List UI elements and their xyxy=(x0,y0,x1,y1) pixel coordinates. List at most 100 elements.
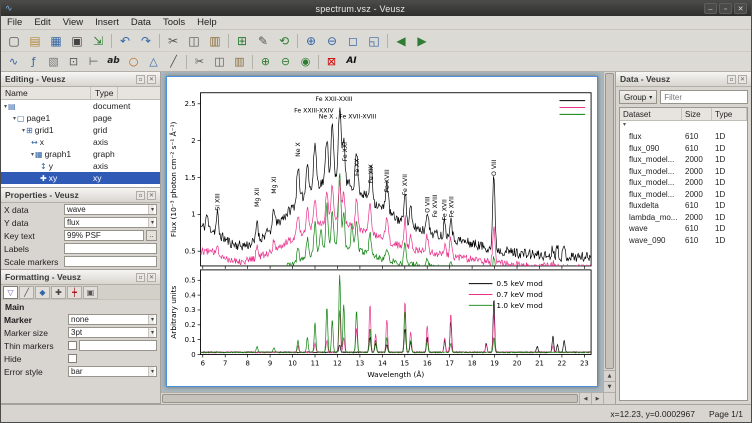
panel-close-icon[interactable]: ✕ xyxy=(147,273,156,282)
tab-label[interactable]: ▣ xyxy=(83,286,98,299)
dataset-row[interactable]: flux6101D xyxy=(620,131,747,143)
expander-icon[interactable]: ▾ xyxy=(22,127,25,134)
dropdown-select[interactable]: wave▾ xyxy=(64,204,157,215)
zoom-fit-width-button[interactable]: ◻ xyxy=(343,32,363,50)
dataset-row[interactable]: flux_0906101D xyxy=(620,143,747,155)
checkbox[interactable] xyxy=(68,341,77,350)
tab-error-bar[interactable]: ┿ xyxy=(67,286,82,299)
scroll-down-icon[interactable]: ▼ xyxy=(604,381,615,392)
menu-view[interactable]: View xyxy=(57,17,89,28)
import-data-button[interactable]: ⊞ xyxy=(232,32,252,50)
tab-marker-border[interactable]: ✚ xyxy=(51,286,66,299)
export-document-button[interactable]: ⇲ xyxy=(88,32,108,50)
cut-widget-button[interactable]: ✂ xyxy=(190,54,209,70)
dataset-row[interactable]: flux_model...20001D xyxy=(620,166,747,178)
scroll-left-icon[interactable]: ◀ xyxy=(579,393,591,404)
column-type[interactable]: Type xyxy=(91,87,118,99)
dropdown-select[interactable]: bar▾ xyxy=(68,366,157,377)
tree-item-grid1[interactable]: ▾⊞grid1grid xyxy=(1,124,160,136)
add-image-button[interactable]: ▧ xyxy=(44,54,63,70)
text-field[interactable] xyxy=(79,340,157,351)
tab-plot-line[interactable]: ╱ xyxy=(19,286,34,299)
horizontal-scrollbar-thumb[interactable] xyxy=(162,394,578,403)
menu-insert[interactable]: Insert xyxy=(89,17,125,28)
zoom-out-button[interactable]: ⊖ xyxy=(322,32,342,50)
horizontal-scrollbar[interactable]: ◀ ▶ xyxy=(161,392,603,404)
close-button[interactable]: ✕ xyxy=(734,3,747,14)
edit-data-button[interactable]: ✎ xyxy=(253,32,273,50)
vertical-scrollbar-thumb[interactable] xyxy=(605,73,614,369)
minimize-button[interactable]: – xyxy=(704,3,717,14)
zoom-in-button[interactable]: ⊕ xyxy=(301,32,321,50)
text-field[interactable] xyxy=(64,243,157,254)
add-function-button[interactable]: ƒ xyxy=(24,54,43,70)
zoom-out-of-graph-button[interactable]: ⊖ xyxy=(276,54,295,70)
reload-data-button[interactable]: ⟲ xyxy=(274,32,294,50)
print-document-button[interactable]: ▣ xyxy=(67,32,87,50)
maximize-button[interactable]: ▫ xyxy=(719,3,732,14)
more-button[interactable]: .. xyxy=(146,230,157,241)
dataset-row[interactable]: flux_model...20001D xyxy=(620,177,747,189)
dataset-tree-expander[interactable]: ▾ xyxy=(620,121,747,131)
add-polygon-button[interactable]: △ xyxy=(144,54,163,70)
menu-tools[interactable]: Tools xyxy=(157,17,191,28)
dataset-row[interactable]: fluxdelta6101D xyxy=(620,200,747,212)
cut-button[interactable]: ✂ xyxy=(163,32,183,50)
tab-main[interactable]: ▽ xyxy=(3,286,18,299)
add-label-button[interactable]: ab xyxy=(104,54,123,70)
text-field[interactable] xyxy=(64,256,157,267)
paste-button[interactable]: ▥ xyxy=(205,32,225,50)
dataset-row[interactable]: wave_0906101D xyxy=(620,235,747,247)
zoom-whole-page-button[interactable]: ◱ xyxy=(364,32,384,50)
dataset-row[interactable]: wave6101D xyxy=(620,223,747,235)
panel-float-icon[interactable]: ▫ xyxy=(136,273,145,282)
copy-widget-button[interactable]: ◫ xyxy=(210,54,229,70)
copy-button[interactable]: ◫ xyxy=(184,32,204,50)
ai-assistant-button[interactable]: AI xyxy=(342,54,361,70)
add-line-button[interactable]: ╱ xyxy=(164,54,183,70)
dropdown-select[interactable]: none▾ xyxy=(68,314,157,325)
panel-float-icon[interactable]: ▫ xyxy=(136,75,145,84)
add-axis-button[interactable]: ⊢ xyxy=(84,54,103,70)
tree-item-page1[interactable]: ▾▢page1page xyxy=(1,112,160,124)
scroll-right-icon[interactable]: ▶ xyxy=(591,393,603,404)
column-dataset[interactable]: Dataset xyxy=(620,108,682,120)
open-document-button[interactable]: ▤ xyxy=(25,32,45,50)
column-size[interactable]: Size xyxy=(682,108,712,120)
panel-close-icon[interactable]: ✕ xyxy=(147,75,156,84)
spectrum-plot[interactable]: 0.511.522.5Flux (10⁻³ photon cm⁻² s⁻¹ Å⁻… xyxy=(167,77,597,386)
tree-item-y[interactable]: ↕yaxis xyxy=(1,160,160,172)
menu-help[interactable]: Help xyxy=(191,17,223,28)
menu-data[interactable]: Data xyxy=(125,17,157,28)
dropdown-select[interactable]: 3pt▾ xyxy=(68,327,157,338)
tree-item-document[interactable]: ▾▤document xyxy=(1,100,160,112)
new-document-button[interactable]: ▢ xyxy=(4,32,24,50)
filter-input[interactable] xyxy=(660,90,748,104)
column-name[interactable]: Name xyxy=(1,87,91,99)
dataset-row[interactable]: flux_model...20001D xyxy=(620,189,747,201)
expander-icon[interactable]: ▾ xyxy=(31,151,34,158)
tree-item-x[interactable]: ↔xaxis xyxy=(1,136,160,148)
add-ellipse-button[interactable]: ○ xyxy=(124,54,143,70)
expander-icon[interactable]: ▾ xyxy=(4,103,7,110)
dataset-row[interactable]: flux_model...20001D xyxy=(620,154,747,166)
add-xy-plot-button[interactable]: ∿ xyxy=(4,54,23,70)
dropdown-select[interactable]: flux▾ xyxy=(64,217,157,228)
add-key-button[interactable]: ⊡ xyxy=(64,54,83,70)
column-type[interactable]: Type xyxy=(712,108,747,120)
vertical-scrollbar[interactable]: ▲ ▼ xyxy=(603,72,615,392)
group-button[interactable]: Group ▾ xyxy=(619,90,657,104)
expander-icon[interactable]: ▾ xyxy=(13,115,16,122)
save-document-button[interactable]: ▦ xyxy=(46,32,66,50)
redo-button[interactable]: ↷ xyxy=(136,32,156,50)
tree-item-graph1[interactable]: ▾▦graph1graph xyxy=(1,148,160,160)
previous-page-button[interactable]: ◀ xyxy=(391,32,411,50)
text-field[interactable]: 99% PSF xyxy=(64,230,144,241)
panel-float-icon[interactable]: ▫ xyxy=(136,191,145,200)
tab-marker-fill[interactable]: ◆ xyxy=(35,286,50,299)
undo-button[interactable]: ↶ xyxy=(115,32,135,50)
menu-file[interactable]: File xyxy=(1,17,28,28)
panel-close-icon[interactable]: ✕ xyxy=(147,191,156,200)
delete-widget-button[interactable]: ⊠ xyxy=(322,54,341,70)
dataset-row[interactable]: lambda_mo...20001D xyxy=(620,212,747,224)
